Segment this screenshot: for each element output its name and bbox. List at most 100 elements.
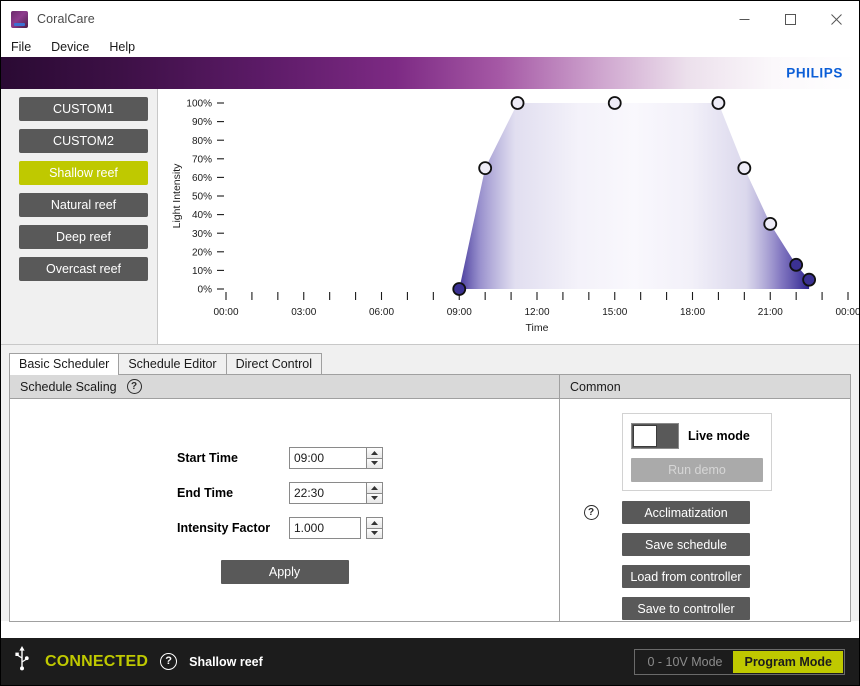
status-help-icon[interactable]: ? [160, 653, 178, 670]
schedule-point[interactable] [607, 96, 622, 110]
y-tick-label: 50% [192, 192, 212, 203]
panels: Schedule Scaling ? Start Time 09:00 End … [9, 374, 851, 622]
common-header: Common [560, 375, 850, 399]
live-mode-box: Live mode Run demo [622, 413, 772, 491]
acclimatization-help-icon[interactable]: ? [583, 505, 599, 520]
preset-button-overcast-reef[interactable]: Overcast reef [19, 257, 148, 281]
schedule-area [459, 103, 810, 289]
mode-button-0-10v[interactable]: 0 - 10V Mode [636, 650, 734, 673]
schedule-scaling-form: Start Time End Time [10, 399, 559, 584]
app-icon [11, 10, 28, 28]
end-time-increment-button[interactable] [366, 482, 383, 493]
schedule-scaling-header: Schedule Scaling ? [10, 375, 559, 399]
intensity-factor-row: Intensity Factor [177, 517, 392, 539]
brand-bar: PHILIPS [1, 57, 859, 89]
coralcare-window: CoralCare File Device Help PHILIPS CUSTO… [0, 0, 860, 686]
minimize-button[interactable] [721, 1, 767, 37]
live-mode-toggle-knob [633, 425, 657, 447]
x-axis-title: Time [526, 322, 549, 334]
schedule-point[interactable] [510, 96, 525, 110]
y-tick-label: 60% [192, 173, 212, 184]
y-tick-label: 100% [186, 99, 212, 110]
preset-button-custom2[interactable]: CUSTOM2 [19, 129, 148, 153]
light-schedule-chart[interactable]: 0% 10% 20% 30% 40% 50% 60% 70% 80% 90% 100% Light I… [157, 89, 859, 344]
end-time-row: End Time [177, 482, 392, 504]
schedule-scaling-title: Schedule Scaling [20, 379, 117, 394]
schedule-point[interactable] [763, 216, 778, 231]
intensity-factor-stepper[interactable] [289, 517, 383, 539]
start-time-increment-button[interactable] [366, 447, 383, 458]
menu-file[interactable]: File [11, 40, 31, 54]
x-tick-label: 12:00 [524, 307, 549, 318]
common-body: Live mode Run demo ? Acclimatization Sav… [560, 399, 850, 621]
schedule-point[interactable] [802, 272, 817, 287]
live-mode-label: Live mode [688, 429, 750, 443]
window-controls [721, 1, 859, 37]
x-tick-label: 06:00 [369, 307, 394, 318]
end-time-spin-buttons [366, 482, 383, 504]
schedule-point[interactable] [711, 96, 726, 110]
start-time-input[interactable] [289, 447, 367, 469]
intensity-factor-input[interactable] [289, 517, 361, 539]
connection-status: CONNECTED [45, 652, 149, 670]
x-tick-label: 15:00 [602, 307, 627, 318]
y-axis-title: Light Intensity [171, 163, 183, 229]
save-to-controller-button[interactable]: Save to controller [622, 597, 750, 620]
preset-button-custom1[interactable]: CUSTOM1 [19, 97, 148, 121]
end-time-label: End Time [177, 486, 234, 500]
schedule-point[interactable] [737, 161, 752, 175]
title-bar: CoralCare [1, 1, 859, 37]
end-time-stepper[interactable] [289, 482, 383, 504]
run-demo-button[interactable]: Run demo [631, 458, 763, 482]
tab-schedule-editor[interactable]: Schedule Editor [118, 353, 227, 374]
menu-bar: File Device Help [1, 37, 859, 57]
preset-button-shallow-reef[interactable]: Shallow reef [19, 161, 148, 185]
preset-button-deep-reef[interactable]: Deep reef [19, 225, 148, 249]
apply-button[interactable]: Apply [220, 560, 349, 584]
start-time-label: Start Time [177, 451, 238, 465]
end-time-decrement-button[interactable] [366, 492, 383, 504]
schedule-point[interactable] [478, 161, 493, 175]
y-tick-label: 30% [192, 229, 212, 240]
intensity-factor-decrement-button[interactable] [366, 527, 383, 539]
menu-device[interactable]: Device [51, 40, 89, 54]
schedule-scaling-panel: Schedule Scaling ? Start Time 09:00 End … [10, 375, 560, 621]
tab-zone: Basic Scheduler Schedule Editor Direct C… [1, 345, 859, 622]
maximize-button[interactable] [767, 1, 813, 37]
x-tick-label: 00:00 [835, 307, 859, 318]
mode-toggle-group: 0 - 10V Mode Program Mode [634, 648, 845, 675]
load-from-controller-button[interactable]: Load from controller [622, 565, 750, 588]
schedule-scaling-help-icon[interactable]: ? [126, 379, 142, 394]
status-active-preset: Shallow reef [189, 654, 263, 669]
preset-button-natural-reef[interactable]: Natural reef [19, 193, 148, 217]
menu-help[interactable]: Help [109, 40, 135, 54]
y-tick-label: 40% [192, 210, 212, 221]
x-tick-label: 00:00 [213, 307, 238, 318]
intensity-factor-label: Intensity Factor [177, 521, 271, 535]
intensity-factor-increment-button[interactable] [366, 517, 383, 528]
schedule-point[interactable] [789, 257, 804, 272]
save-schedule-row: Save schedule [560, 533, 850, 556]
y-tick-label: 10% [192, 266, 212, 277]
save-schedule-button[interactable]: Save schedule [622, 533, 750, 556]
live-mode-toggle[interactable] [631, 423, 679, 449]
acclimatization-button[interactable]: Acclimatization [622, 501, 750, 524]
end-time-input[interactable] [289, 482, 367, 504]
live-mode-row: Live mode [631, 423, 763, 449]
schedule-scaling-body: Start Time End Time [10, 399, 559, 621]
start-time-decrement-button[interactable] [366, 457, 383, 469]
acclimatization-help-slot: ? [560, 505, 622, 520]
window-title: CoralCare [37, 12, 95, 26]
usb-icon [15, 646, 29, 677]
schedule-point[interactable] [452, 282, 467, 296]
mode-button-program[interactable]: Program Mode [733, 650, 843, 673]
tab-basic-scheduler[interactable]: Basic Scheduler [9, 353, 120, 375]
acclimatization-row: ? Acclimatization [560, 501, 850, 524]
x-tick-label: 18:00 [680, 307, 705, 318]
y-tick-label: 0% [198, 285, 213, 296]
tab-direct-control[interactable]: Direct Control [225, 353, 323, 374]
y-tick-label: 70% [192, 154, 212, 165]
start-time-stepper[interactable] [289, 447, 383, 469]
close-button[interactable] [813, 1, 859, 37]
intensity-factor-spin-buttons [366, 517, 383, 539]
